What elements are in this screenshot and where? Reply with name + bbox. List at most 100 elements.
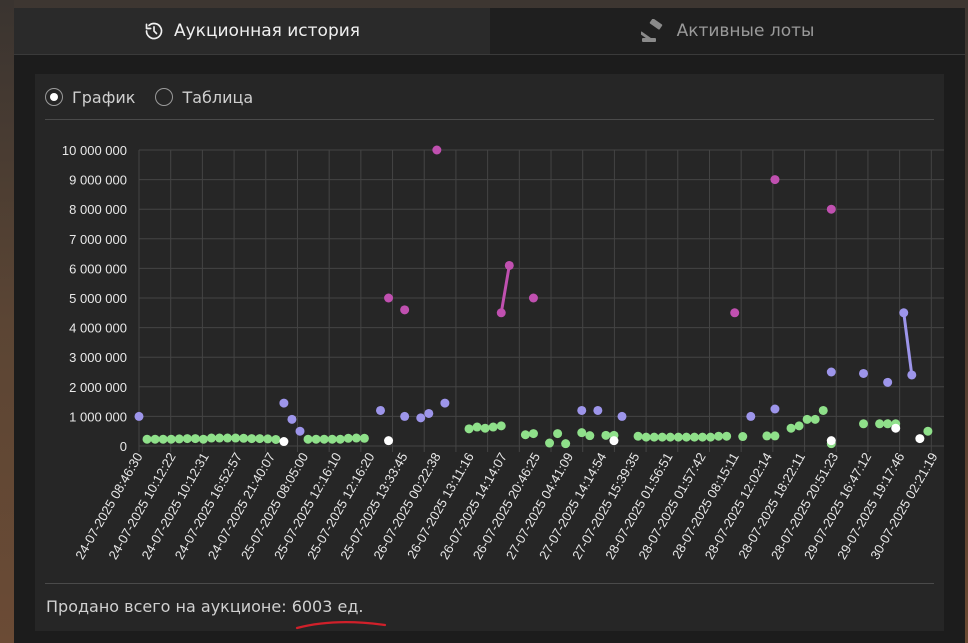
green-data-point (585, 431, 595, 441)
green-data-point (649, 432, 659, 442)
green-data-point (166, 434, 176, 444)
green-data-point (818, 405, 828, 415)
green-data-point (303, 434, 313, 444)
green-data-point (311, 434, 321, 444)
green-data-point (271, 434, 281, 444)
tab-bar: Аукционная история Активные лоты (14, 8, 965, 55)
sold-total-prefix: Продано всего на аукционе: (46, 597, 287, 616)
blue-data-point (859, 368, 868, 378)
green-data-point (263, 434, 273, 444)
y-tick-label: 4 000 000 (69, 321, 127, 336)
green-data-point (633, 431, 643, 441)
green-data-point (343, 433, 353, 443)
y-tick-label: 3 000 000 (69, 350, 127, 365)
radio-table-circle[interactable] (155, 88, 174, 106)
green-data-point (480, 423, 490, 433)
green-data-point (206, 433, 216, 443)
green-data-point (561, 439, 571, 449)
auction-panel: Аукционная история Активные лоты График … (14, 8, 965, 643)
green-data-point (351, 433, 361, 443)
blue-data-point (279, 398, 289, 408)
blue-data-point (907, 370, 917, 380)
green-data-point (794, 421, 804, 431)
y-tick-label: 0 (120, 439, 127, 454)
price-history-chart: 0 1 000 000 2 000 000 3 000 000 4 000 000 5 0… (62, 143, 944, 562)
green-data-point (923, 426, 933, 436)
magenta-data-point (504, 260, 514, 270)
radio-chart[interactable]: График (45, 88, 135, 107)
y-tick-label: 1 000 000 (69, 409, 127, 424)
green-data-point (810, 414, 820, 424)
green-data-point (770, 431, 780, 441)
green-data-point (472, 422, 482, 432)
green-data-point (577, 428, 587, 438)
green-data-point (875, 419, 885, 429)
green-data-point (722, 431, 732, 441)
blue-data-point (400, 411, 410, 421)
blue-data-point (899, 308, 909, 318)
green-data-point (553, 429, 563, 439)
green-data-point (673, 432, 683, 442)
bottom-divider (45, 583, 934, 584)
y-tick-label: 5 000 000 (69, 291, 127, 306)
green-data-point (335, 434, 345, 444)
magenta-data-point (400, 305, 410, 315)
radio-table-label: Таблица (182, 87, 254, 107)
history-icon (144, 21, 164, 41)
white-data-point (384, 436, 394, 446)
tab-active-lots-label: Активные лоты (676, 21, 815, 41)
y-tick-label: 8 000 000 (69, 202, 127, 217)
radio-chart-circle[interactable] (45, 88, 63, 106)
green-data-point (786, 423, 796, 433)
green-data-point (665, 432, 675, 442)
green-data-point (762, 431, 772, 441)
green-data-point (802, 414, 812, 424)
y-tick-label: 9 000 000 (69, 173, 127, 188)
green-data-point (859, 419, 868, 429)
blue-data-point (376, 405, 385, 415)
magenta-series-line (499, 265, 511, 314)
green-data-point (883, 419, 893, 429)
green-data-point (319, 434, 329, 444)
sold-total: Продано всего на аукционе: 6003 ед. (46, 597, 363, 616)
history-content: График Таблица 0 1 000 000 2 000 000 3 000 … (35, 74, 944, 631)
green-data-point (239, 433, 249, 443)
radio-chart-label: График (72, 87, 136, 107)
green-data-point (158, 434, 168, 444)
gavel-icon (640, 19, 667, 43)
magenta-data-point (432, 145, 442, 155)
green-data-point (601, 430, 611, 440)
green-data-point (255, 434, 265, 444)
blue-data-point (424, 408, 434, 418)
green-data-point (215, 433, 224, 443)
green-data-point (464, 424, 474, 434)
tab-active-lots[interactable]: Активные лоты (490, 8, 965, 55)
green-data-point (488, 422, 498, 432)
magenta-data-point (826, 204, 836, 214)
green-data-point (689, 432, 699, 442)
tab-auction-history[interactable]: Аукционная история (14, 8, 490, 55)
green-data-point (174, 434, 184, 444)
y-tick-label: 6 000 000 (69, 261, 127, 276)
green-data-point (247, 434, 257, 444)
magenta-data-point (528, 293, 538, 303)
blue-data-point (617, 411, 627, 421)
blue-data-point (440, 398, 450, 408)
green-data-point (738, 432, 748, 442)
green-data-point (327, 434, 337, 444)
green-data-point (698, 432, 707, 442)
blue-data-point (593, 405, 603, 415)
green-data-point (150, 434, 160, 444)
y-tick-label: 10 000 000 (62, 143, 127, 158)
blue-data-point (746, 411, 756, 421)
background-strip (0, 0, 14, 643)
blue-data-point (770, 404, 780, 414)
green-data-point (198, 434, 208, 444)
white-data-point (891, 423, 901, 433)
green-data-point (496, 421, 506, 431)
radio-table[interactable]: Таблица (155, 88, 253, 107)
green-data-point (190, 434, 200, 444)
green-data-point (142, 434, 152, 444)
y-tick-label: 2 000 000 (69, 380, 127, 395)
green-data-point (545, 438, 555, 448)
